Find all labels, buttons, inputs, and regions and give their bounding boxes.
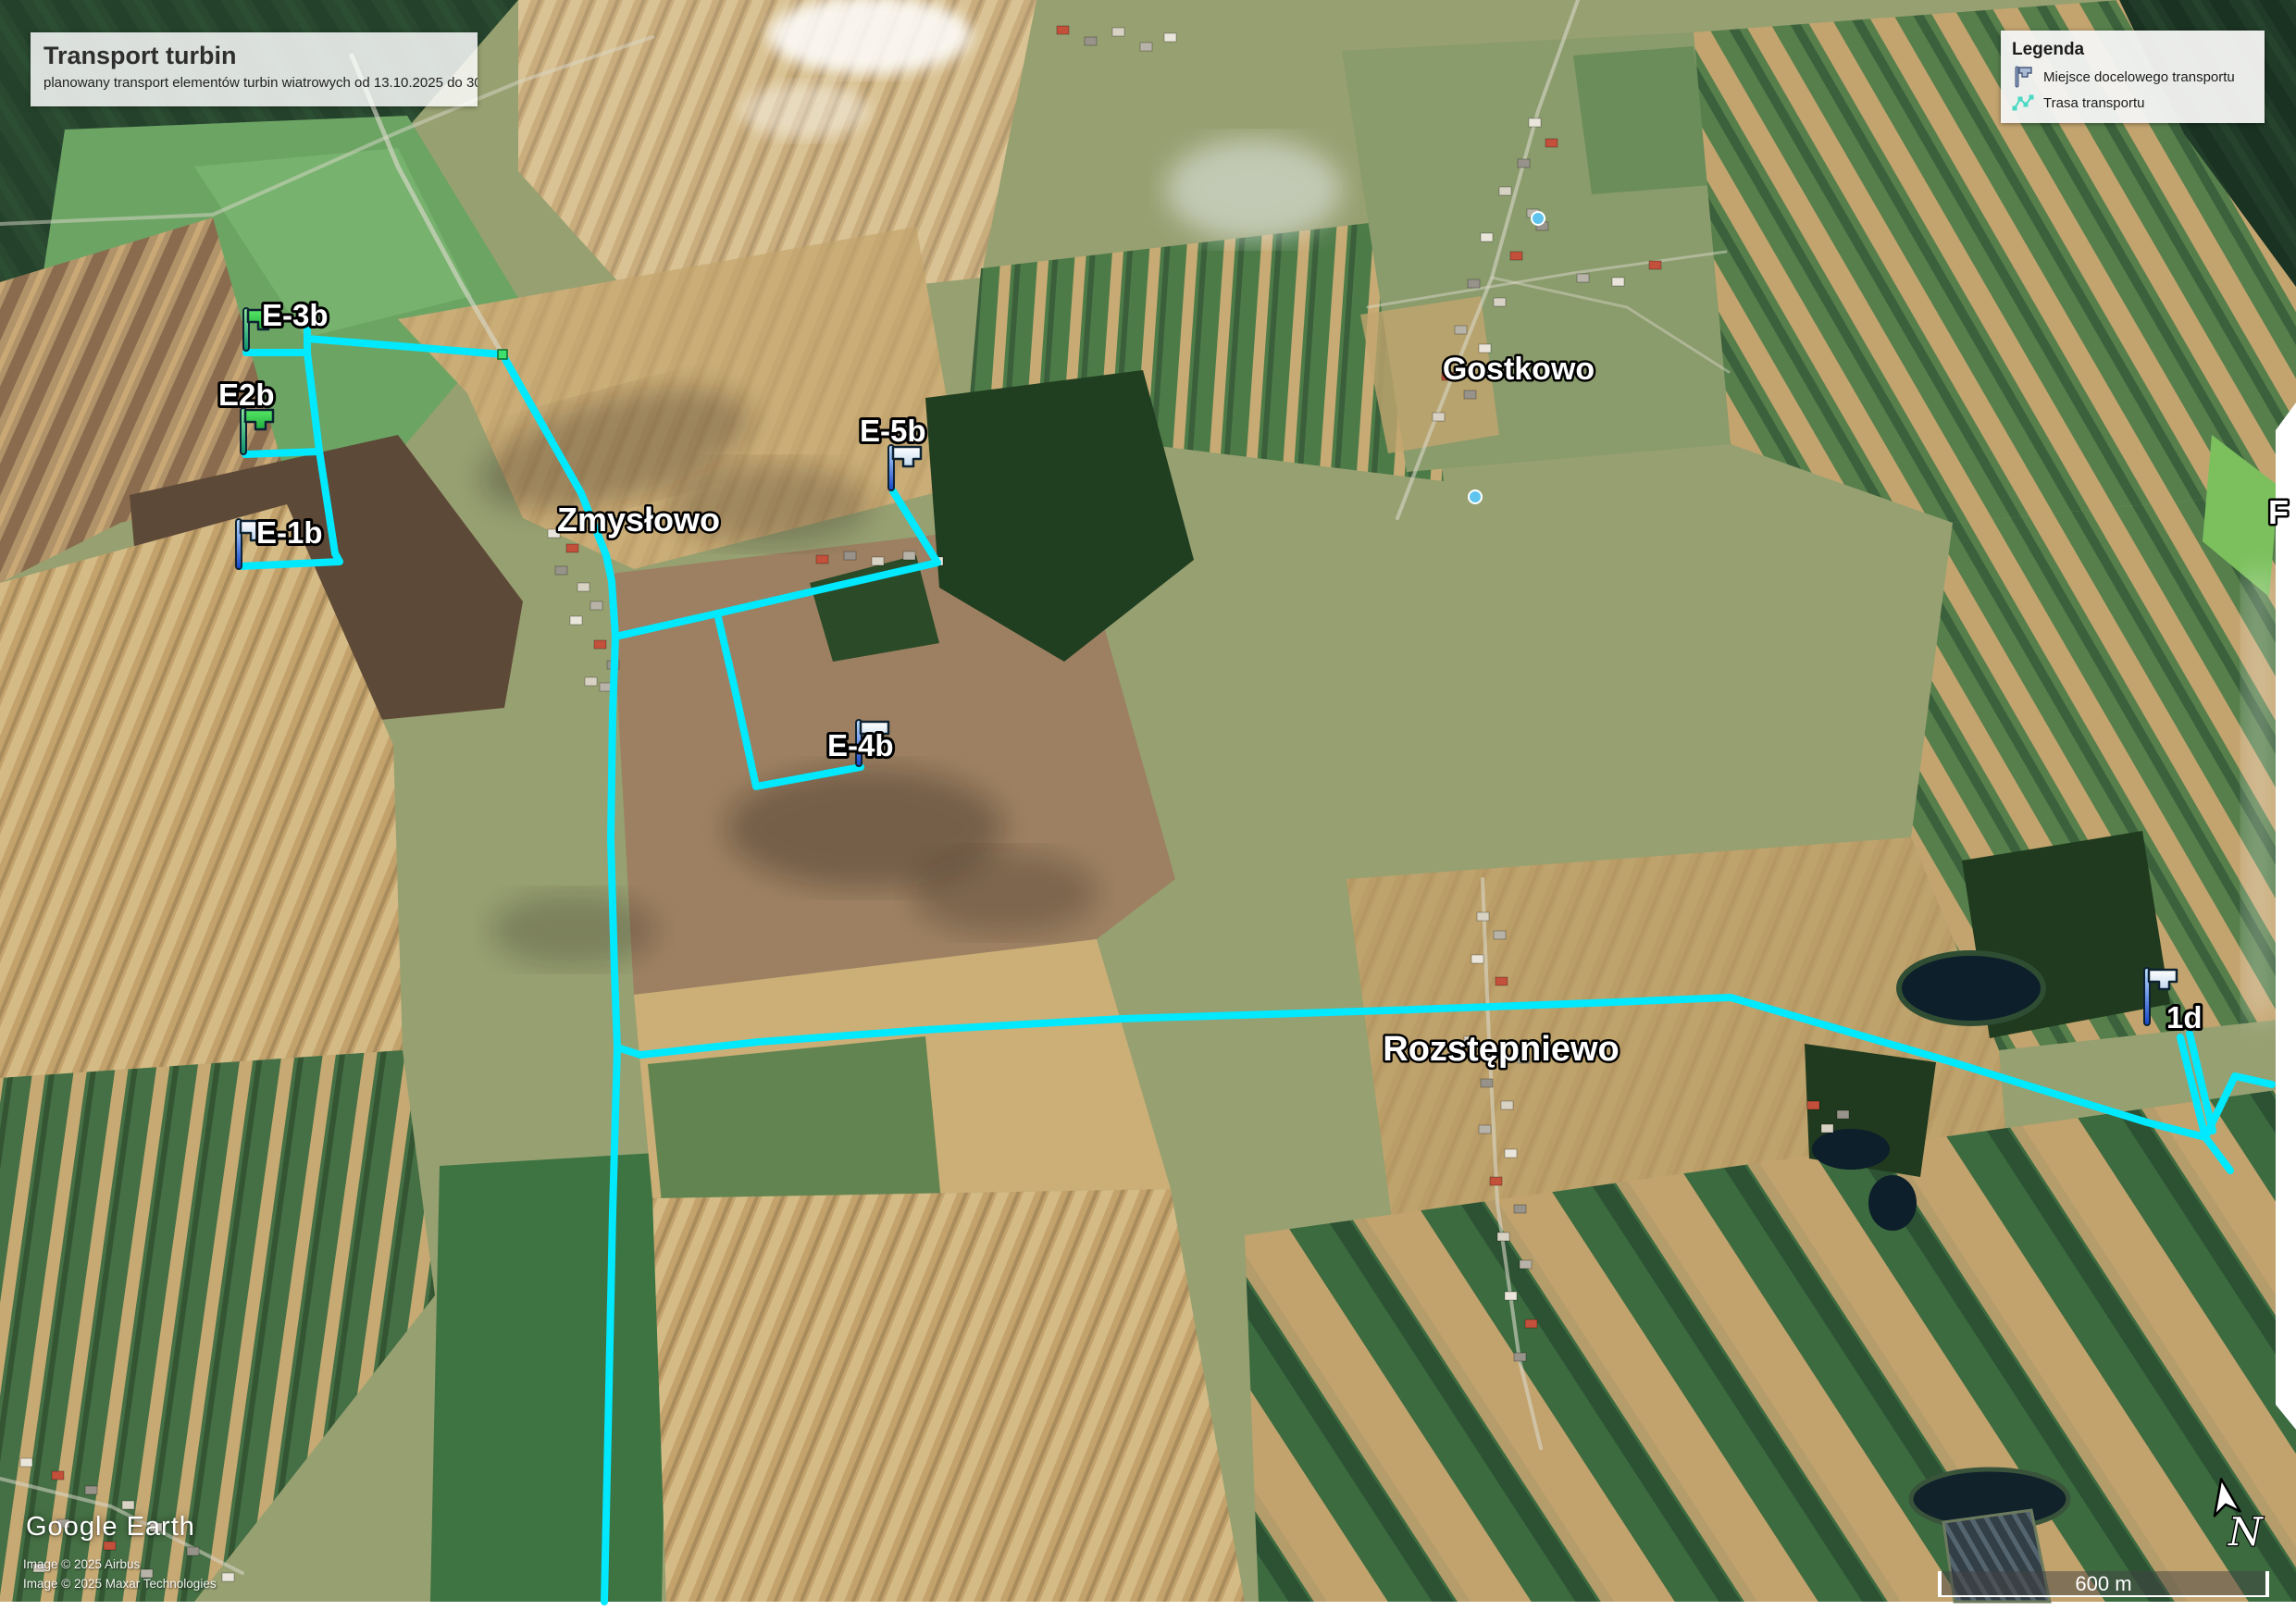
place-label: Zmysłowo: [557, 501, 720, 539]
building: [1837, 1110, 1849, 1119]
building: [577, 583, 590, 591]
route-nodes: [498, 350, 507, 359]
building: [1057, 26, 1069, 34]
map-scale-bar: 600 m: [1938, 1571, 2269, 1597]
building: [1577, 274, 1589, 282]
building: [1085, 37, 1097, 45]
place-label: Gostkowo: [1443, 352, 1595, 387]
building: [1529, 118, 1541, 127]
marker-label: E-4b: [827, 728, 894, 762]
route-icon: [2012, 92, 2034, 114]
attribution-line: Image © 2025 Airbus: [23, 1555, 217, 1574]
building: [1468, 279, 1480, 288]
building: [590, 601, 602, 610]
route-node: [498, 350, 507, 359]
map-subtitle: planowany transport elementów turbin wia…: [43, 75, 465, 91]
building: [1807, 1101, 1819, 1109]
flag-icon: [2012, 66, 2034, 88]
building: [1505, 1292, 1517, 1300]
map-attribution: Image © 2025 Airbus Image © 2025 Maxar T…: [23, 1555, 217, 1593]
building: [1545, 139, 1558, 147]
building: [1164, 33, 1176, 42]
building: [20, 1458, 32, 1467]
building: [1433, 413, 1445, 421]
building: [1477, 912, 1489, 921]
building: [566, 544, 578, 552]
building: [1514, 1205, 1526, 1213]
building: [844, 551, 856, 560]
building: [1501, 1101, 1513, 1109]
legend-title: Legenda: [2012, 40, 2253, 60]
legend-item-label: Trasa transportu: [2043, 95, 2145, 111]
building: [85, 1486, 97, 1494]
google-earth-logo: Google Earth: [26, 1512, 195, 1542]
building: [585, 677, 597, 686]
building: [1455, 326, 1467, 334]
legend-item-route: Trasa transportu: [2012, 92, 2253, 114]
place-label: F: [2268, 493, 2289, 531]
building: [1496, 977, 1508, 985]
marker-label: E-3b: [262, 298, 329, 332]
marker-label: E-1b: [256, 515, 323, 550]
building: [1112, 28, 1124, 36]
building: [1821, 1124, 1833, 1133]
building: [1520, 1260, 1532, 1269]
north-label: N: [2228, 1509, 2264, 1555]
legend-panel: Legenda Miejsce docelowego transportu: [2001, 31, 2265, 123]
map-title-box: Transport turbin planowany transport ele…: [31, 32, 478, 106]
google-earth-window: Zmysłowo Gostkowo Rozstępniewo F E-3b E2b E-1…: [0, 0, 2296, 1623]
building: [1525, 1319, 1537, 1328]
north-indicator: N: [2201, 1477, 2267, 1560]
building: [222, 1573, 234, 1581]
building: [1464, 390, 1476, 399]
legend-item-destination: Miejsce docelowego transportu: [2012, 66, 2253, 88]
place-label: Rozstępniewo: [1383, 1030, 1619, 1069]
marker-label: E2b: [218, 378, 275, 412]
building: [1518, 159, 1530, 167]
legend-item-label: Miejsce docelowego transportu: [2043, 69, 2235, 85]
building: [1497, 1233, 1509, 1241]
attribution-line: Image © 2025 Maxar Technologies: [23, 1574, 217, 1593]
building: [1510, 252, 1522, 260]
map-title: Transport turbin: [43, 42, 465, 69]
scale-bar-label: 600 m: [2075, 1572, 2131, 1596]
building: [1649, 261, 1661, 269]
building: [1481, 233, 1493, 242]
building: [1494, 931, 1506, 939]
marker-label: E-5b: [860, 414, 926, 448]
building: [1505, 1149, 1517, 1158]
building: [1479, 1125, 1491, 1134]
building: [1471, 955, 1483, 963]
building: [1494, 298, 1506, 306]
building: [872, 557, 884, 565]
building: [816, 555, 828, 564]
building: [1481, 1079, 1493, 1087]
building: [570, 616, 582, 625]
building: [1514, 1353, 1526, 1361]
building: [122, 1501, 134, 1509]
satellite-imagery: [0, 0, 2296, 1602]
building: [52, 1471, 64, 1480]
building: [903, 551, 915, 560]
building: [104, 1542, 116, 1550]
building: [1140, 43, 1152, 51]
building: [594, 640, 606, 649]
building: [1612, 278, 1624, 286]
marker-label: 1d: [2166, 1000, 2203, 1035]
map-canvas[interactable]: Zmysłowo Gostkowo Rozstępniewo F E-3b E2b E-1…: [0, 0, 2296, 1623]
building: [1490, 1177, 1502, 1185]
imagery-edge-blank: [2276, 403, 2296, 1430]
route-segment: [245, 452, 319, 454]
building: [555, 566, 567, 575]
building: [1499, 187, 1511, 195]
